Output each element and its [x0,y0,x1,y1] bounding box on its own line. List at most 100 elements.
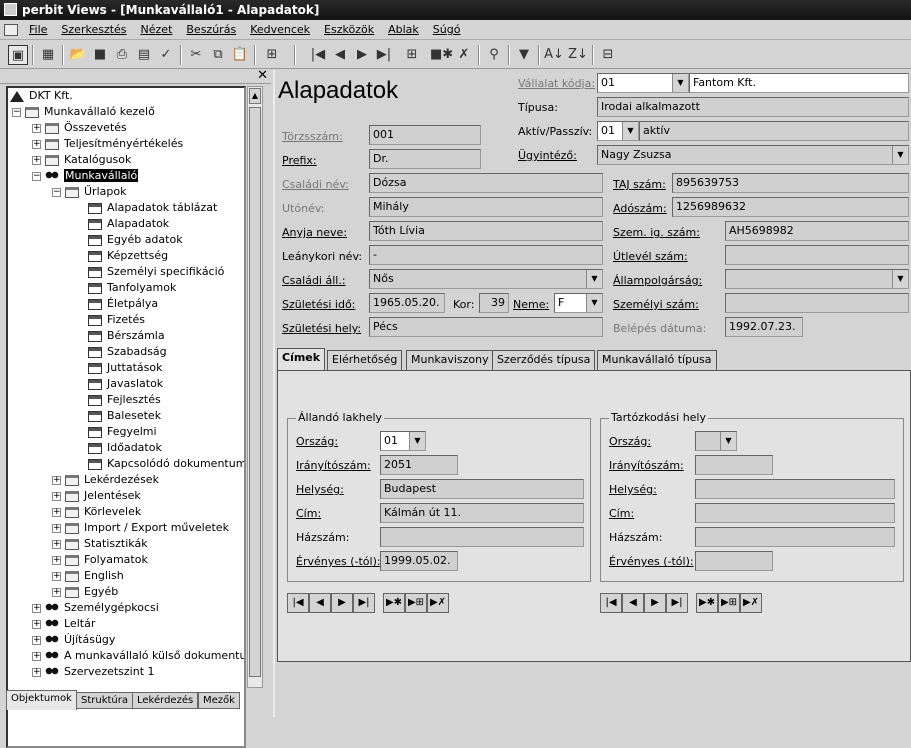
menu-file[interactable]: File [22,20,54,40]
last-record-icon[interactable]: ▶| [374,45,394,65]
gender-select[interactable]: F ▼ [554,293,603,313]
expand-icon[interactable]: + [32,667,41,677]
document-menu-icon[interactable] [4,24,18,36]
tree-item[interactable]: Személyi specifikáció [88,264,224,280]
expand-icon[interactable]: + [52,523,61,533]
expand-icon[interactable]: + [52,507,61,517]
tree-item[interactable]: + Összevetés [32,120,127,136]
last-record-icon[interactable]: ▶| [353,593,375,613]
filter-icon[interactable]: ▼ [514,45,534,65]
prev-record-icon[interactable]: ◀ [309,593,331,613]
tree-item[interactable]: Alapadatok [88,216,169,232]
sort-ascending-icon[interactable]: A↓ [544,45,564,65]
expand-icon[interactable]: + [52,571,61,581]
tree-item[interactable]: +A munkavállaló külső dokumentumai [32,648,244,664]
passport-field[interactable] [725,245,909,265]
paste-icon[interactable]: 📋 [230,45,250,65]
tree-scrollbar[interactable]: ▲ [247,86,263,688]
sort-descending-icon[interactable]: Z↓ [568,45,588,65]
tree-item[interactable]: Balesetek [88,408,161,424]
object-tree[interactable]: DKT Kft. − Munkavállaló kezelő + Összeveté… [6,86,246,748]
tree-item[interactable]: + Import / Export műveletek [52,520,229,536]
active-code-select[interactable]: 01 ▼ [597,121,639,141]
street-field[interactable] [695,503,895,523]
first-record-icon[interactable]: |◀ [600,593,622,613]
street-field[interactable]: Kálmán út 11. [380,503,584,523]
tree-item[interactable]: − Űrlapok [52,184,126,200]
chevron-down-icon[interactable]: ▼ [672,74,688,92]
print-icon[interactable]: ⎙ [112,45,132,65]
expand-icon[interactable]: + [52,475,61,485]
spellcheck-icon[interactable]: ✓ [156,45,176,65]
valid-from-field[interactable] [695,551,773,571]
tree-item[interactable]: Fejlesztés [88,392,161,408]
menu-help[interactable]: Súgó [426,20,468,40]
taj-field[interactable]: 895639753 [672,173,909,193]
next-record-icon[interactable]: ▶ [331,593,353,613]
collapse-icon[interactable]: − [52,187,61,197]
tree-item[interactable]: + Újításügy [32,632,115,648]
tree-item[interactable]: + Egyéb [52,584,118,600]
tree-item[interactable]: Juttatások [88,360,162,376]
tree-item[interactable]: Alapadatok táblázat [88,200,217,216]
tree-item[interactable]: − Munkavállaló kezelő [12,104,155,120]
type-field[interactable]: Irodai alkalmazott [597,97,909,117]
prev-record-icon[interactable]: ◀ [622,593,644,613]
tree-item[interactable]: + Lekérdezések [52,472,159,488]
tree-item[interactable]: + Leltár [32,616,95,632]
cut-icon[interactable]: ✂ [186,45,206,65]
tree-item[interactable]: + English [52,568,124,584]
copy-record-icon[interactable]: ▶⊞ [718,593,740,613]
country-select[interactable]: 01 ▼ [380,431,426,451]
city-field[interactable] [695,479,895,499]
open-icon[interactable]: 📂 [68,45,88,65]
menu-view[interactable]: Nézet [134,20,180,40]
prefix-field[interactable]: Dr. [369,149,481,169]
menu-window[interactable]: Ablak [381,20,426,40]
copy-icon[interactable]: ⧉ [208,45,228,65]
valid-from-field[interactable]: 1999.05.02. [380,551,458,571]
expand-icon[interactable]: + [52,555,61,565]
tree-item[interactable]: + Katalógusok [32,152,131,168]
tree-item[interactable]: Időadatok [88,440,162,456]
copy-record-icon[interactable]: ▶⊞ [405,593,427,613]
tree-toggle-icon[interactable]: ▣ [8,45,28,65]
tab-fields[interactable]: Mezők [198,692,240,709]
chevron-down-icon[interactable]: ▼ [586,294,602,312]
last-record-icon[interactable]: ▶| [666,593,688,613]
find-icon[interactable]: ⚲ [484,45,504,65]
delete-record-icon[interactable]: ▶✗ [427,593,449,613]
collapse-icon[interactable]: − [32,171,41,181]
new-record-icon[interactable]: ▶✱ [383,593,405,613]
next-record-icon[interactable]: ▶ [352,45,372,65]
expand-icon[interactable]: + [32,155,41,165]
chevron-down-icon[interactable]: ▼ [892,146,908,164]
tree-item[interactable]: + Körlevelek [52,504,141,520]
menu-edit[interactable]: Szerkesztés [54,20,133,40]
marital-status-select[interactable]: Nős ▼ [369,269,603,289]
house-number-field[interactable] [380,527,584,547]
next-record-icon[interactable]: ▶ [644,593,666,613]
tree-item[interactable]: Életpálya [88,296,158,312]
tree-item[interactable]: Kapcsolódó dokumentumok [88,456,244,472]
delete-record-icon[interactable]: ✗ [454,45,474,65]
menu-insert[interactable]: Beszúrás [179,20,243,40]
birthdate-field[interactable]: 1965.05.20. [369,293,445,313]
tab-employee-type[interactable]: Munkavállaló típusa [597,350,717,371]
tab-addresses[interactable]: Címek [277,348,326,371]
given-name-field[interactable]: Mihály [369,197,603,217]
zip-field[interactable] [695,455,773,475]
torzsszam-field[interactable]: 001 [369,125,481,145]
birthplace-field[interactable]: Pécs [369,317,603,337]
copy-record-icon[interactable]: ⊞ [402,45,422,65]
chevron-down-icon[interactable]: ▼ [892,270,908,288]
tree-item[interactable]: Egyéb adatok [88,232,183,248]
chevron-down-icon[interactable]: ▼ [409,432,425,450]
chevron-down-icon[interactable]: ▼ [586,270,602,288]
preview-icon[interactable]: ▤ [134,45,154,65]
tab-contacts[interactable]: Elérhetőség [327,350,403,371]
expand-icon[interactable]: + [32,619,41,629]
chevron-down-icon[interactable]: ▼ [622,122,638,140]
tree-item[interactable]: Fizetés [88,312,145,328]
new-record-icon[interactable]: ■✱ [430,45,453,65]
